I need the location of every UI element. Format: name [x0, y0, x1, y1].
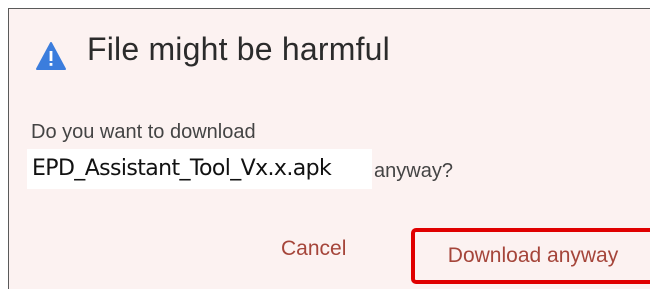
- dialog-prompt-suffix: anyway?: [374, 160, 453, 182]
- file-name: EPD_Assistant_Tool_Vx.x.apk: [32, 156, 332, 181]
- dialog-prompt: Do you want to download: [31, 121, 256, 143]
- download-anyway-button[interactable]: Download anyway: [411, 228, 650, 284]
- cancel-button[interactable]: Cancel: [271, 237, 356, 261]
- harmful-file-dialog: File might be harmful Do you want to dow…: [8, 8, 650, 289]
- filename-highlight: EPD_Assistant_Tool_Vx.x.apk: [27, 149, 372, 189]
- warning-triangle-icon: [36, 42, 66, 70]
- dialog-title: File might be harmful: [87, 31, 390, 67]
